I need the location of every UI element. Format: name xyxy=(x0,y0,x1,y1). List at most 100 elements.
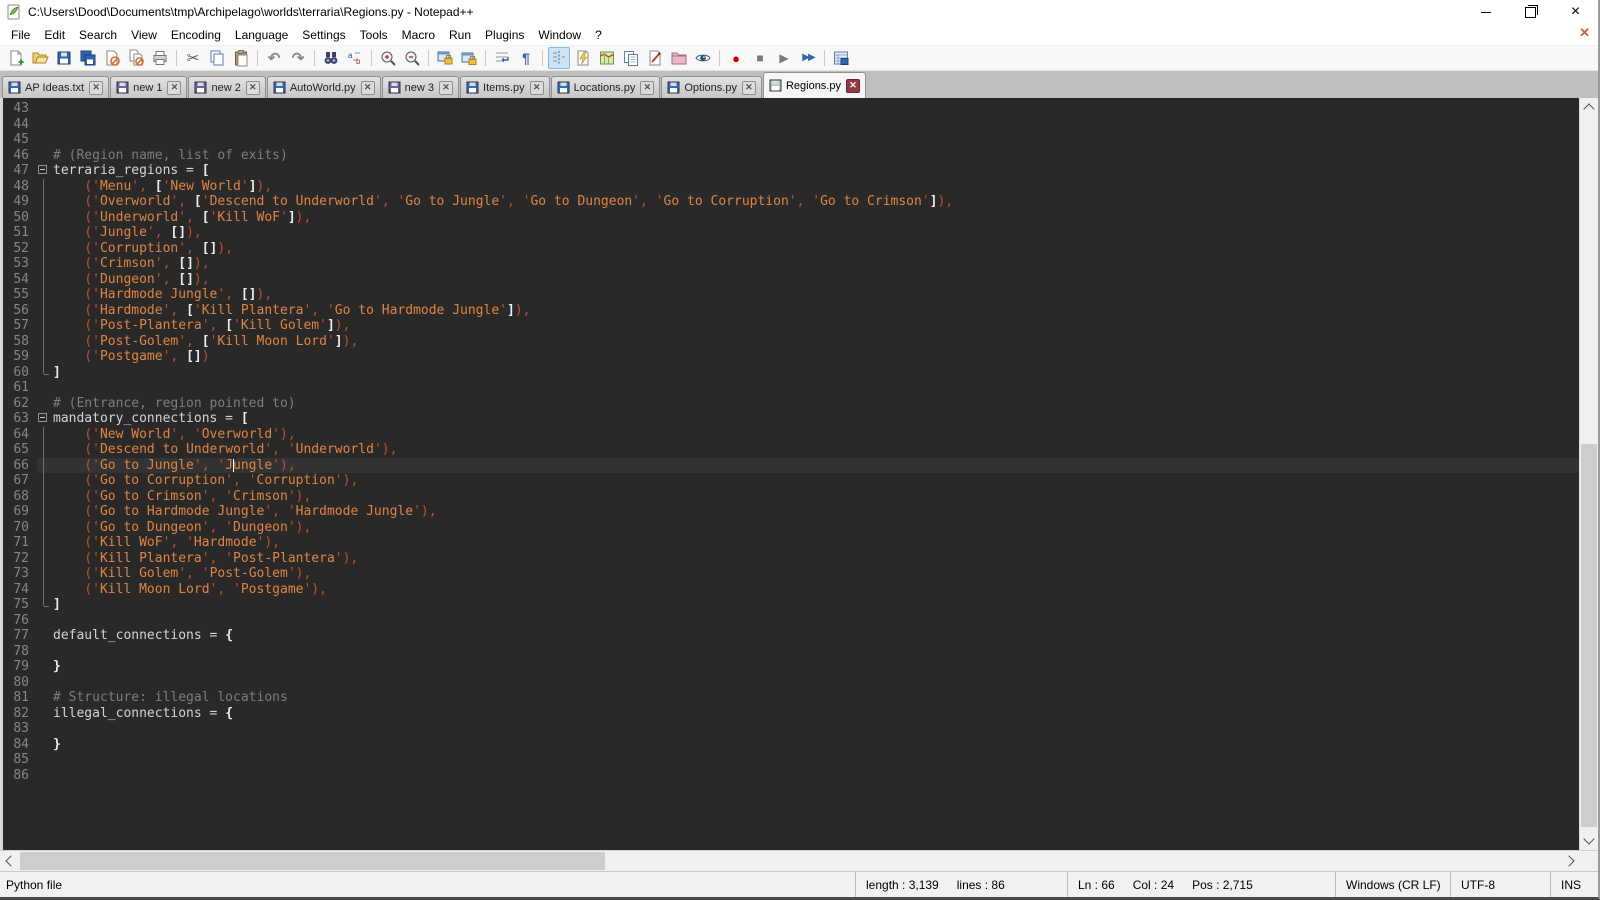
menu-item-?[interactable]: ? xyxy=(588,26,609,44)
monitoring-icon[interactable] xyxy=(692,47,714,69)
menu-item-macro[interactable]: Macro xyxy=(395,26,442,44)
tab-close-icon[interactable]: ✕ xyxy=(246,81,260,95)
zoom-in-icon[interactable] xyxy=(377,47,399,69)
tab-close-icon[interactable]: ✕ xyxy=(846,79,860,93)
menu-item-language[interactable]: Language xyxy=(228,26,295,44)
sync-horizontal-scroll-icon[interactable] xyxy=(458,47,480,69)
function-list-icon[interactable] xyxy=(644,47,666,69)
macro-save-icon[interactable] xyxy=(830,47,852,69)
close-button[interactable]: × xyxy=(1553,0,1598,24)
show-all-characters-icon[interactable]: ¶ xyxy=(515,47,537,69)
print-icon[interactable] xyxy=(149,47,171,69)
folder-as-workspace-icon[interactable] xyxy=(668,47,690,69)
menu-item-settings[interactable]: Settings xyxy=(295,26,352,44)
line-number: 61 xyxy=(3,380,37,396)
line-number: 50 xyxy=(3,210,37,226)
replace-icon[interactable]: ab xyxy=(344,47,366,69)
tab-close-icon[interactable]: ✕ xyxy=(640,81,654,95)
minimize-button[interactable] xyxy=(1463,0,1508,24)
scroll-right-arrow-icon[interactable] xyxy=(1563,855,1574,866)
horizontal-scrollbar-thumb[interactable] xyxy=(20,852,605,870)
redo-icon[interactable]: ↷ xyxy=(287,47,309,69)
menu-item-tools[interactable]: Tools xyxy=(353,26,395,44)
tab-regions.py[interactable]: Regions.py✕ xyxy=(763,72,866,98)
save-icon[interactable] xyxy=(53,47,75,69)
status-eol-format[interactable]: Windows (CR LF) xyxy=(1335,872,1450,897)
tab-close-icon[interactable]: ✕ xyxy=(89,81,103,95)
new-file-icon[interactable] xyxy=(5,47,27,69)
menu-item-file[interactable]: File xyxy=(4,26,37,44)
tab-options.py[interactable]: Options.py✕ xyxy=(661,76,762,98)
macro-run-multiple-icon[interactable]: ▶▶ xyxy=(797,47,819,69)
close-all-icon[interactable] xyxy=(125,47,147,69)
scroll-down-arrow-icon[interactable] xyxy=(1583,833,1594,844)
code-line-69: 69 ('Go to Hardmode Jungle', 'Hardmode J… xyxy=(3,504,1579,520)
tab-close-icon[interactable]: ✕ xyxy=(530,81,544,95)
status-encoding[interactable]: UTF-8 xyxy=(1450,872,1550,897)
menu-item-encoding[interactable]: Encoding xyxy=(164,26,228,44)
fold-margin xyxy=(37,365,51,381)
fold-collapse-icon[interactable] xyxy=(37,163,51,179)
code-line-80: 80 xyxy=(3,675,1579,691)
tab-ap-ideas.txt[interactable]: AP Ideas.txt✕ xyxy=(2,76,109,98)
menu-item-window[interactable]: Window xyxy=(531,26,588,44)
open-file-icon[interactable] xyxy=(29,47,51,69)
code-area[interactable]: 43444546# (Region name, list of exits)47… xyxy=(3,98,1579,850)
vertical-scrollbar-thumb[interactable] xyxy=(1581,444,1597,828)
copy-icon[interactable] xyxy=(206,47,228,69)
tab-close-icon[interactable]: ✕ xyxy=(167,81,181,95)
find-icon[interactable] xyxy=(320,47,342,69)
word-wrap-icon[interactable] xyxy=(491,47,513,69)
macro-record-icon[interactable]: ● xyxy=(725,47,747,69)
close-file-icon[interactable] xyxy=(101,47,123,69)
tab-close-icon[interactable]: ✕ xyxy=(361,81,375,95)
scroll-up-arrow-icon[interactable] xyxy=(1583,103,1594,114)
tab-locations.py[interactable]: Locations.py✕ xyxy=(551,76,661,98)
line-content xyxy=(51,752,1579,768)
tab-new-1[interactable]: new 1✕ xyxy=(110,76,187,98)
zoom-out-icon[interactable] xyxy=(401,47,423,69)
document-list-icon[interactable] xyxy=(620,47,642,69)
menubar-close-icon[interactable]: ✕ xyxy=(1579,25,1590,41)
code-line-51: 51 ('Jungle', []), xyxy=(3,225,1579,241)
restore-button[interactable] xyxy=(1508,0,1553,24)
fold-margin xyxy=(37,768,51,784)
tab-close-icon[interactable]: ✕ xyxy=(439,81,453,95)
tab-close-icon[interactable]: ✕ xyxy=(742,81,756,95)
macro-stop-icon[interactable]: ■ xyxy=(749,47,771,69)
fold-collapse-icon[interactable] xyxy=(37,411,51,427)
function-completion-icon[interactable] xyxy=(572,47,594,69)
horizontal-scrollbar[interactable] xyxy=(0,851,1580,871)
code-line-65: 65 ('Descend to Underworld', 'Underworld… xyxy=(3,442,1579,458)
menu-item-edit[interactable]: Edit xyxy=(37,26,72,44)
sync-vertical-scroll-icon[interactable] xyxy=(434,47,456,69)
undo-icon[interactable]: ↶ xyxy=(263,47,285,69)
tab-new-3[interactable]: new 3✕ xyxy=(382,76,459,98)
cut-icon[interactable]: ✂ xyxy=(182,47,204,69)
menu-item-plugins[interactable]: Plugins xyxy=(478,26,531,44)
menu-item-search[interactable]: Search xyxy=(72,26,124,44)
tab-new-2[interactable]: new 2✕ xyxy=(188,76,265,98)
line-content: ('Go to Corruption', 'Corruption'), xyxy=(51,473,1579,489)
line-content: ('Crimson', []), xyxy=(51,256,1579,272)
menu-item-run[interactable]: Run xyxy=(442,26,478,44)
toolbar-separator xyxy=(314,50,315,66)
macro-play-icon[interactable]: ▶ xyxy=(773,47,795,69)
fold-margin xyxy=(37,504,51,520)
status-typing-mode[interactable]: INS xyxy=(1550,872,1598,897)
save-all-icon[interactable] xyxy=(77,47,99,69)
editor-area[interactable]: 43444546# (Region name, list of exits)47… xyxy=(0,98,1598,850)
document-map-icon[interactable] xyxy=(596,47,618,69)
line-number: 80 xyxy=(3,675,37,691)
tab-items.py[interactable]: Items.py✕ xyxy=(460,76,550,98)
fold-margin xyxy=(37,272,51,288)
paste-icon[interactable] xyxy=(230,47,252,69)
menu-item-view[interactable]: View xyxy=(124,26,164,44)
code-line-52: 52 ('Corruption', []), xyxy=(3,241,1579,257)
show-indent-guide-icon[interactable] xyxy=(548,47,570,69)
vertical-scrollbar[interactable] xyxy=(1579,98,1598,850)
scroll-left-arrow-icon[interactable] xyxy=(5,855,16,866)
line-content: ('Post-Golem', ['Kill Moon Lord']), xyxy=(51,334,1579,350)
fold-margin xyxy=(37,334,51,350)
tab-autoworld.py[interactable]: AutoWorld.py✕ xyxy=(267,76,381,98)
